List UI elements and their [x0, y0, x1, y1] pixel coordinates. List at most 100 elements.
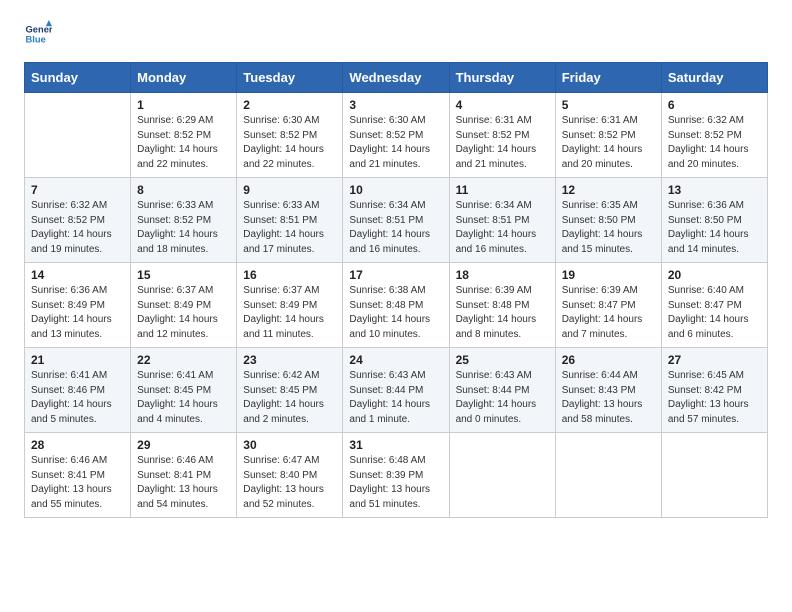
day-info: Sunrise: 6:30 AM Sunset: 8:52 PM Dayligh… — [349, 114, 442, 172]
calendar-cell: 8Sunrise: 6:33 AM Sunset: 8:52 PM Daylig… — [131, 178, 237, 263]
col-header-saturday: Saturday — [661, 63, 767, 93]
calendar-cell — [25, 93, 131, 178]
day-number: 18 — [456, 268, 549, 282]
day-info: Sunrise: 6:48 AM Sunset: 8:39 PM Dayligh… — [349, 454, 442, 512]
day-number: 24 — [349, 353, 442, 367]
day-info: Sunrise: 6:43 AM Sunset: 8:44 PM Dayligh… — [456, 369, 549, 427]
day-number: 16 — [243, 268, 336, 282]
day-info: Sunrise: 6:31 AM Sunset: 8:52 PM Dayligh… — [456, 114, 549, 172]
col-header-tuesday: Tuesday — [237, 63, 343, 93]
day-number: 20 — [668, 268, 761, 282]
day-info: Sunrise: 6:37 AM Sunset: 8:49 PM Dayligh… — [137, 284, 230, 342]
calendar-cell: 18 Sunrise: 6:39 AM Sunset: 8:48 PM Dayli… — [449, 263, 555, 348]
day-number: 9 — [243, 183, 336, 197]
calendar-week-1: 1 Sunrise: 6:29 AM Sunset: 8:52 PM Daylig… — [25, 93, 768, 178]
calendar-cell: 27 Sunrise: 6:45 AM Sunset: 8:42 PM Dayli… — [661, 348, 767, 433]
day-number: 21 — [31, 353, 124, 367]
calendar-cell: 31Sunrise: 6:48 AM Sunset: 8:39 PM Dayli… — [343, 433, 449, 518]
calendar-cell: 11 Sunrise: 6:34 AM Sunset: 8:51 PM Dayli… — [449, 178, 555, 263]
calendar-week-3: 14Sunrise: 6:36 AM Sunset: 8:49 PM Dayli… — [25, 263, 768, 348]
col-header-sunday: Sunday — [25, 63, 131, 93]
calendar-cell: 26 Sunrise: 6:44 AM Sunset: 8:43 PM Dayli… — [555, 348, 661, 433]
logo: General Blue — [24, 20, 56, 48]
day-info: Sunrise: 6:35 AM Sunset: 8:50 PM Dayligh… — [562, 199, 655, 257]
col-header-thursday: Thursday — [449, 63, 555, 93]
day-number: 22 — [137, 353, 230, 367]
day-info: Sunrise: 6:46 AM Sunset: 8:41 PM Dayligh… — [31, 454, 124, 512]
day-number: 17 — [349, 268, 442, 282]
day-info: Sunrise: 6:32 AM Sunset: 8:52 PM Dayligh… — [31, 199, 124, 257]
day-info: Sunrise: 6:36 AM Sunset: 8:50 PM Dayligh… — [668, 199, 761, 257]
day-info: Sunrise: 6:30 AM Sunset: 8:52 PM Dayligh… — [243, 114, 336, 172]
day-info: Sunrise: 6:29 AM Sunset: 8:52 PM Dayligh… — [137, 114, 230, 172]
calendar-cell: 5 Sunrise: 6:31 AM Sunset: 8:52 PM Daylig… — [555, 93, 661, 178]
day-info: Sunrise: 6:47 AM Sunset: 8:40 PM Dayligh… — [243, 454, 336, 512]
day-number: 14 — [31, 268, 124, 282]
day-number: 2 — [243, 98, 336, 112]
calendar-cell: 14Sunrise: 6:36 AM Sunset: 8:49 PM Dayli… — [25, 263, 131, 348]
day-info: Sunrise: 6:32 AM Sunset: 8:52 PM Dayligh… — [668, 114, 761, 172]
calendar-cell: 7 Sunrise: 6:32 AM Sunset: 8:52 PM Daylig… — [25, 178, 131, 263]
day-info: Sunrise: 6:45 AM Sunset: 8:42 PM Dayligh… — [668, 369, 761, 427]
calendar-cell: 1 Sunrise: 6:29 AM Sunset: 8:52 PM Daylig… — [131, 93, 237, 178]
calendar-cell: 10Sunrise: 6:34 AM Sunset: 8:51 PM Dayli… — [343, 178, 449, 263]
day-info: Sunrise: 6:31 AM Sunset: 8:52 PM Dayligh… — [562, 114, 655, 172]
calendar-week-2: 7 Sunrise: 6:32 AM Sunset: 8:52 PM Daylig… — [25, 178, 768, 263]
calendar-cell: 25Sunrise: 6:43 AM Sunset: 8:44 PM Dayli… — [449, 348, 555, 433]
calendar-week-5: 28 Sunrise: 6:46 AM Sunset: 8:41 PM Dayli… — [25, 433, 768, 518]
calendar-cell: 21 Sunrise: 6:41 AM Sunset: 8:46 PM Dayli… — [25, 348, 131, 433]
day-info: Sunrise: 6:33 AM Sunset: 8:51 PM Dayligh… — [243, 199, 336, 257]
calendar-cell: 23Sunrise: 6:42 AM Sunset: 8:45 PM Dayli… — [237, 348, 343, 433]
day-number: 30 — [243, 438, 336, 452]
day-info: Sunrise: 6:39 AM Sunset: 8:48 PM Dayligh… — [456, 284, 549, 342]
day-number: 6 — [668, 98, 761, 112]
col-header-monday: Monday — [131, 63, 237, 93]
header-row: SundayMondayTuesdayWednesdayThursdayFrid… — [25, 63, 768, 93]
calendar-cell: 29 Sunrise: 6:46 AM Sunset: 8:41 PM Dayli… — [131, 433, 237, 518]
day-number: 3 — [349, 98, 442, 112]
day-number: 8 — [137, 183, 230, 197]
day-number: 5 — [562, 98, 655, 112]
day-number: 13 — [668, 183, 761, 197]
day-number: 28 — [31, 438, 124, 452]
calendar-cell: 3 Sunrise: 6:30 AM Sunset: 8:52 PM Daylig… — [343, 93, 449, 178]
col-header-wednesday: Wednesday — [343, 63, 449, 93]
day-number: 29 — [137, 438, 230, 452]
day-info: Sunrise: 6:34 AM Sunset: 8:51 PM Dayligh… — [456, 199, 549, 257]
day-info: Sunrise: 6:43 AM Sunset: 8:44 PM Dayligh… — [349, 369, 442, 427]
day-number: 15 — [137, 268, 230, 282]
calendar-cell: 6 Sunrise: 6:32 AM Sunset: 8:52 PM Daylig… — [661, 93, 767, 178]
day-info: Sunrise: 6:44 AM Sunset: 8:43 PM Dayligh… — [562, 369, 655, 427]
day-info: Sunrise: 6:37 AM Sunset: 8:49 PM Dayligh… — [243, 284, 336, 342]
calendar-cell — [555, 433, 661, 518]
calendar-table: SundayMondayTuesdayWednesdayThursdayFrid… — [24, 62, 768, 518]
calendar-cell: 9 Sunrise: 6:33 AM Sunset: 8:51 PM Daylig… — [237, 178, 343, 263]
day-number: 4 — [456, 98, 549, 112]
calendar-cell: 2 Sunrise: 6:30 AM Sunset: 8:52 PM Daylig… — [237, 93, 343, 178]
day-info: Sunrise: 6:41 AM Sunset: 8:46 PM Dayligh… — [31, 369, 124, 427]
calendar-week-4: 21 Sunrise: 6:41 AM Sunset: 8:46 PM Dayli… — [25, 348, 768, 433]
day-number: 23 — [243, 353, 336, 367]
calendar-cell: 28 Sunrise: 6:46 AM Sunset: 8:41 PM Dayli… — [25, 433, 131, 518]
day-info: Sunrise: 6:39 AM Sunset: 8:47 PM Dayligh… — [562, 284, 655, 342]
calendar-cell: 15 Sunrise: 6:37 AM Sunset: 8:49 PM Dayli… — [131, 263, 237, 348]
day-number: 27 — [668, 353, 761, 367]
day-number: 11 — [456, 183, 549, 197]
day-info: Sunrise: 6:46 AM Sunset: 8:41 PM Dayligh… — [137, 454, 230, 512]
header: General Blue — [24, 20, 768, 48]
day-number: 7 — [31, 183, 124, 197]
calendar-cell: 22Sunrise: 6:41 AM Sunset: 8:45 PM Dayli… — [131, 348, 237, 433]
col-header-friday: Friday — [555, 63, 661, 93]
day-number: 26 — [562, 353, 655, 367]
calendar-cell: 17 Sunrise: 6:38 AM Sunset: 8:48 PM Dayli… — [343, 263, 449, 348]
day-number: 10 — [349, 183, 442, 197]
calendar-cell: 20Sunrise: 6:40 AM Sunset: 8:47 PM Dayli… — [661, 263, 767, 348]
day-number: 12 — [562, 183, 655, 197]
svg-text:Blue: Blue — [26, 35, 46, 45]
logo-icon: General Blue — [24, 20, 52, 48]
calendar-cell — [661, 433, 767, 518]
calendar-cell: 30 Sunrise: 6:47 AM Sunset: 8:40 PM Dayli… — [237, 433, 343, 518]
day-info: Sunrise: 6:38 AM Sunset: 8:48 PM Dayligh… — [349, 284, 442, 342]
calendar-cell: 4 Sunrise: 6:31 AM Sunset: 8:52 PM Daylig… — [449, 93, 555, 178]
day-number: 1 — [137, 98, 230, 112]
